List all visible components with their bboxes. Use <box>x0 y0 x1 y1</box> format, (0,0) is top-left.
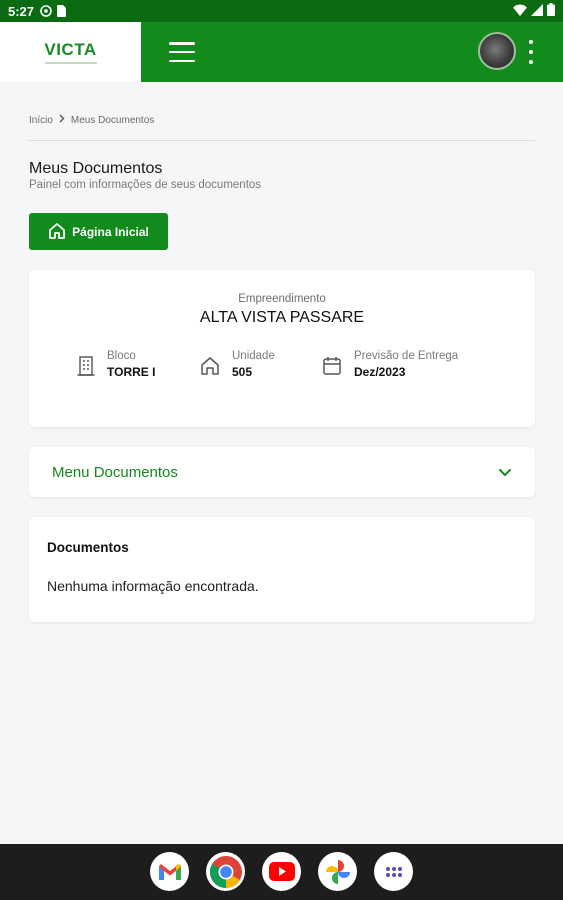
empreendimento-label: Empreendimento <box>238 293 326 305</box>
empty-message: Nenhuma informação encontrada. <box>47 578 259 594</box>
photos-icon[interactable] <box>318 852 357 891</box>
home-page-button[interactable]: Página Inicial <box>29 213 168 250</box>
chrome-icon[interactable] <box>206 852 245 891</box>
entrega-value: Dez/2023 <box>354 365 406 379</box>
bloco-value: TORRE I <box>107 365 156 379</box>
battery-icon <box>547 3 555 19</box>
empreendimento-card: Empreendimento ALTA VISTA PASSARE Bloco … <box>29 270 535 427</box>
more-options-icon[interactable] <box>527 40 535 64</box>
youtube-icon[interactable] <box>262 852 301 891</box>
logo-tagline-mark <box>44 61 97 64</box>
house-icon <box>200 356 220 381</box>
hamburger-menu-icon[interactable] <box>169 42 195 62</box>
page-subtitle: Painel com informações de seus documento… <box>29 179 262 191</box>
vpn-icon <box>40 5 52 17</box>
entrega-info: Previsão de Entrega Dez/2023 <box>322 350 458 381</box>
signal-icon <box>531 3 543 19</box>
entrega-label: Previsão de Entrega <box>354 350 459 362</box>
logo[interactable]: VICTA <box>0 22 141 82</box>
divider <box>29 140 535 141</box>
breadcrumb-current: Meus Documentos <box>70 114 155 126</box>
building-icon <box>77 356 95 381</box>
status-bar: 5:27 <box>0 0 563 22</box>
clock: 5:27 <box>8 3 35 19</box>
bloco-info: Bloco TORRE I <box>77 350 155 381</box>
menu-documentos-accordion[interactable]: Menu Documentos <box>29 447 535 497</box>
documentos-card: Documentos Nenhuma informação encontrada… <box>29 517 535 622</box>
breadcrumb-home[interactable]: Início <box>29 115 53 126</box>
wifi-icon <box>513 4 527 19</box>
sim-card-icon <box>56 5 67 17</box>
unidade-info: Unidade 505 <box>200 350 275 381</box>
app-bar: VICTA <box>0 22 563 82</box>
gmail-icon[interactable] <box>150 852 189 891</box>
bloco-label: Bloco <box>107 350 136 362</box>
bottom-dock <box>0 844 563 900</box>
home-icon <box>48 222 66 242</box>
logo-text: VICTA <box>44 39 97 59</box>
documentos-title: Documentos <box>47 540 129 555</box>
breadcrumb: Início Meus Documentos <box>29 114 154 126</box>
empreendimento-value: ALTA VISTA PASSARE <box>199 309 365 326</box>
calendar-icon <box>322 356 342 381</box>
chevron-down-icon[interactable] <box>498 468 512 477</box>
menu-documentos-label: Menu Documentos <box>52 463 178 481</box>
chevron-right-icon <box>59 114 65 126</box>
avatar[interactable] <box>478 32 516 70</box>
unidade-value: 505 <box>232 365 253 379</box>
app-drawer-icon[interactable] <box>374 852 413 891</box>
unidade-label: Unidade <box>232 350 275 362</box>
page-title: Meus Documentos <box>29 160 163 177</box>
home-page-button-label: Página Inicial <box>72 224 149 239</box>
